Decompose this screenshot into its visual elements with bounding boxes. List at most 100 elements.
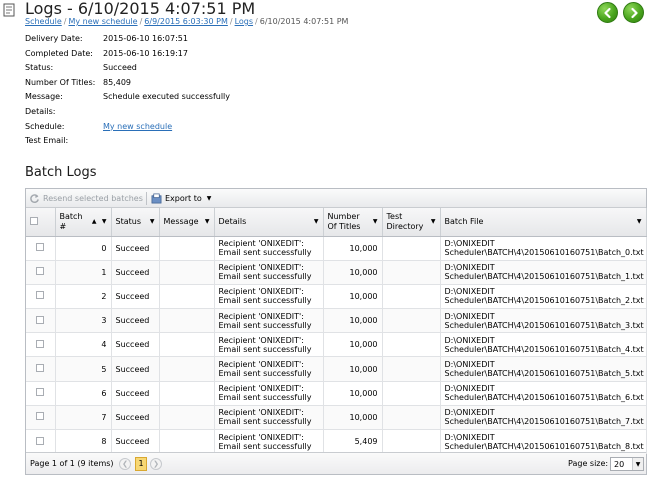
batch-file-cell: D:\ONIXEDIT Scheduler\BATCH\4\20150610160… [440, 405, 647, 431]
breadcrumb-schedule[interactable]: Schedule [25, 17, 62, 26]
row-checkbox[interactable] [36, 315, 45, 324]
table-row[interactable]: 2 Succeed Recipient 'ONIXEDIT': Email sent … [26, 284, 647, 310]
row-checkbox[interactable] [36, 388, 45, 397]
test-directory-cell [382, 308, 441, 334]
row-checkbox[interactable] [36, 267, 45, 276]
chevron-left-icon: ❮ [122, 460, 128, 468]
column-header-details[interactable]: Details ▼ [214, 208, 324, 237]
batch-number-cell: 7 [55, 405, 112, 431]
details-cell: Recipient 'ONIXEDIT': Email sent successf… [214, 236, 324, 261]
table-header-row: Batch # ▲ ▼ Status ▼ Message ▼ Details ▼ Numb… [26, 208, 647, 237]
column-label-number-of-titles: Number Of Titles [327, 211, 361, 231]
filter-icon[interactable]: ▼ [373, 218, 378, 225]
message-cell [159, 260, 215, 285]
batch-file-line-drive: D:\ONIXEDIT [444, 263, 495, 273]
export-label: Export to [165, 194, 202, 203]
number-of-titles-cell: 10,000 [323, 405, 383, 431]
filter-icon[interactable]: ▼ [431, 218, 436, 225]
details-line-result: Email sent successfully [218, 248, 312, 258]
message-label: Message: [25, 92, 63, 102]
batch-file-line-drive: D:\ONIXEDIT [444, 432, 495, 442]
batch-file-cell: D:\ONIXEDIT Scheduler\BATCH\4\20150610160… [440, 429, 647, 455]
details-line-recipient: Recipient 'ONIXEDIT': [218, 335, 304, 345]
forward-button[interactable] [623, 2, 644, 23]
row-checkbox[interactable] [36, 291, 45, 300]
column-header-test-directory[interactable]: Test Directory ▼ [382, 208, 441, 237]
row-select-cell [26, 260, 56, 285]
filter-icon[interactable]: ▼ [314, 218, 319, 225]
table-row[interactable]: 6 Succeed Recipient 'ONIXEDIT': Email sent … [26, 381, 647, 406]
number-of-titles-cell: 10,000 [323, 308, 383, 334]
batch-number-cell: 6 [55, 381, 112, 406]
page-size-select[interactable]: 20 ▼ [610, 457, 644, 471]
back-button[interactable] [597, 2, 618, 23]
breadcrumb: Schedule / My new schedule/6/9/2015 6:03:3… [25, 17, 348, 26]
filter-icon[interactable]: ▼ [102, 218, 107, 225]
table-row[interactable]: 0 Succeed Recipient 'ONIXEDIT': Email sent … [26, 236, 647, 261]
message-cell [159, 429, 215, 455]
breadcrumb-my-new-schedule[interactable]: My new schedule [68, 17, 137, 26]
test-directory-cell [382, 381, 441, 406]
status-cell: Succeed [111, 332, 160, 358]
table-row[interactable]: 5 Succeed Recipient 'ONIXEDIT': Email sent … [26, 356, 647, 382]
toolbar-divider [146, 192, 147, 205]
batch-file-line-drive: D:\ONIXEDIT [444, 335, 495, 345]
current-page-button[interactable]: 1 [135, 457, 147, 471]
details-line-recipient: Recipient 'ONIXEDIT': [218, 263, 304, 273]
chevron-down-icon: ▼ [206, 195, 212, 202]
status-cell: Succeed [111, 356, 160, 382]
resend-selected-batches-button[interactable]: Resend selected batches [29, 193, 143, 204]
details-line-result: Email sent successfully [218, 296, 312, 306]
number-of-titles-cell: 10,000 [323, 356, 383, 382]
column-header-status[interactable]: Status ▼ [111, 208, 160, 237]
column-header-batch[interactable]: Batch # ▲ ▼ [55, 208, 112, 237]
number-of-titles-cell: 5,409 [323, 429, 383, 455]
column-label-test-directory: Test Directory [386, 211, 424, 231]
message-value: Schedule executed successfully [103, 92, 231, 102]
page-size-value: 20 [614, 460, 625, 469]
batch-file-line-path: Scheduler\BATCH\4\20150610160751\Batch_1… [444, 272, 644, 282]
breadcrumb-logs[interactable]: Logs [235, 17, 253, 26]
batch-number-cell: 1 [55, 260, 112, 285]
page-title: Logs - 6/10/2015 4:07:51 PM [25, 0, 256, 18]
table-row[interactable]: 7 Succeed Recipient 'ONIXEDIT': Email sent … [26, 405, 647, 431]
details-line-recipient: Recipient 'ONIXEDIT': [218, 408, 304, 418]
grid-toolbar: Resend selected batches Export to ▼ [26, 189, 646, 208]
row-checkbox[interactable] [36, 436, 45, 445]
column-label-status: Status [115, 216, 142, 226]
table-row[interactable]: 8 Succeed Recipient 'ONIXEDIT': Email sent … [26, 429, 647, 455]
column-label-batch: Batch # [59, 211, 83, 231]
column-header-batch-file[interactable]: Batch File ▼ [440, 208, 647, 237]
row-checkbox[interactable] [36, 364, 45, 373]
table-row[interactable]: 4 Succeed Recipient 'ONIXEDIT': Email sent … [26, 332, 647, 358]
message-cell [159, 381, 215, 406]
batch-number-cell: 0 [55, 236, 112, 261]
schedule-link[interactable]: My new schedule [103, 122, 172, 131]
sort-ascending-icon[interactable]: ▲ [92, 218, 97, 225]
details-line-recipient: Recipient 'ONIXEDIT': [218, 384, 304, 394]
test-directory-cell [382, 429, 441, 455]
details-cell: Recipient 'ONIXEDIT': Email sent successf… [214, 429, 324, 455]
status-cell: Succeed [111, 260, 160, 285]
details-line-recipient: Recipient 'ONIXEDIT': [218, 432, 304, 442]
filter-icon[interactable]: ▼ [150, 218, 155, 225]
column-header-number-of-titles[interactable]: Number Of Titles ▼ [323, 208, 383, 237]
resend-label: Resend selected batches [43, 194, 143, 203]
status-cell: Succeed [111, 381, 160, 406]
batch-file-cell: D:\ONIXEDIT Scheduler\BATCH\4\20150610160… [440, 284, 647, 310]
next-page-button[interactable]: ❯ [150, 458, 162, 470]
column-header-message[interactable]: Message ▼ [159, 208, 215, 237]
batch-file-line-path: Scheduler\BATCH\4\20150610160751\Batch_4… [444, 344, 644, 354]
breadcrumb-run-date[interactable]: 6/9/2015 6:03:30 PM [144, 17, 228, 26]
row-checkbox[interactable] [36, 412, 45, 421]
select-all-checkbox[interactable] [30, 216, 38, 225]
filter-icon[interactable]: ▼ [637, 218, 642, 225]
export-to-button[interactable]: Export to ▼ [151, 193, 211, 204]
table-row[interactable]: 3 Succeed Recipient 'ONIXEDIT': Email sent … [26, 308, 647, 334]
table-row[interactable]: 1 Succeed Recipient 'ONIXEDIT': Email sent … [26, 260, 647, 285]
row-checkbox[interactable] [36, 339, 45, 348]
row-checkbox[interactable] [36, 243, 45, 252]
filter-icon[interactable]: ▼ [205, 218, 210, 225]
chevron-down-icon[interactable]: ▼ [632, 458, 643, 470]
previous-page-button[interactable]: ❮ [119, 458, 131, 470]
